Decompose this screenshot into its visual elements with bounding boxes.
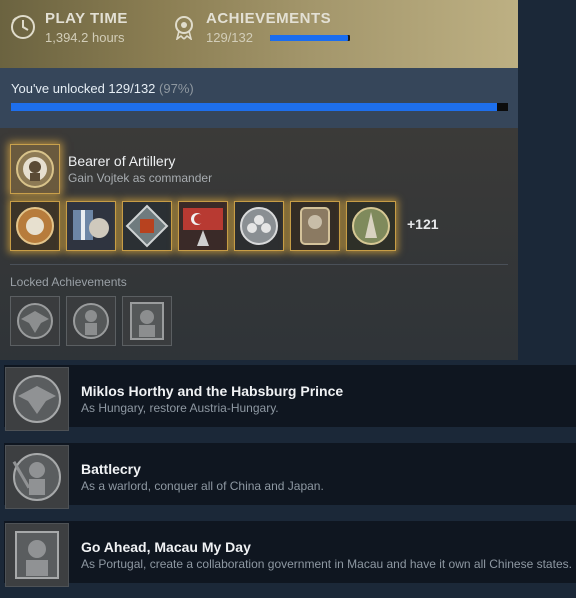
bear-artillery-icon[interactable] bbox=[10, 144, 60, 194]
eagle-icon bbox=[5, 367, 69, 431]
unlock-progress-count: You've unlocked 129/132 bbox=[11, 81, 156, 96]
stats-banner: PLAY TIME 1,394.2 hours ACHIEVEMENTS 129… bbox=[0, 0, 518, 68]
section-divider bbox=[10, 264, 508, 265]
achievements-mini-progress bbox=[270, 35, 350, 41]
achievement-icon-1[interactable] bbox=[10, 201, 60, 251]
playtime-stat: PLAY TIME 1,394.2 hours bbox=[10, 10, 160, 50]
playtime-label: PLAY TIME bbox=[45, 10, 128, 27]
recent-achievement-title: Bearer of Artillery bbox=[68, 153, 176, 169]
achievement-icon-6[interactable] bbox=[290, 201, 340, 251]
list-item-title: Battlecry bbox=[81, 461, 141, 477]
portrait-icon bbox=[5, 523, 69, 587]
achievement-icon-3[interactable] bbox=[122, 201, 172, 251]
list-item-title: Go Ahead, Macau My Day bbox=[81, 539, 251, 555]
playtime-value: 1,394.2 hours bbox=[45, 30, 125, 45]
list-item-desc: As Hungary, restore Austria-Hungary. bbox=[81, 401, 279, 415]
locked-achievements-label: Locked Achievements bbox=[10, 275, 127, 289]
recent-achievement-desc: Gain Vojtek as commander bbox=[68, 171, 213, 185]
achievement-icon-7[interactable] bbox=[346, 201, 396, 251]
achievement-icon-2[interactable] bbox=[66, 201, 116, 251]
list-item-title: Miklos Horthy and the Habsburg Prince bbox=[81, 383, 344, 399]
locked-eagle-icon[interactable] bbox=[10, 296, 60, 346]
clock-icon bbox=[11, 15, 35, 39]
list-item[interactable]: Miklos Horthy and the Habsburg Prince As… bbox=[0, 365, 576, 431]
achievement-icon-4[interactable] bbox=[178, 201, 228, 251]
more-achievements-count[interactable]: +121 bbox=[407, 216, 439, 232]
unlock-progress-bar bbox=[11, 103, 508, 111]
unlock-progress-bar-fill bbox=[11, 103, 497, 111]
soldier-icon bbox=[5, 445, 69, 509]
achievements-panel: Bearer of Artillery Gain Vojtek as comma… bbox=[0, 128, 518, 360]
unlock-progress-section: You've unlocked 129/132 (97%) bbox=[0, 68, 518, 128]
achievement-icon-5[interactable] bbox=[234, 201, 284, 251]
unlock-progress-percent: (97%) bbox=[159, 81, 194, 96]
achievements-value: 129/132 bbox=[206, 30, 253, 45]
list-item-desc: As a warlord, conquer all of China and J… bbox=[81, 479, 324, 493]
locked-soldier-icon[interactable] bbox=[66, 296, 116, 346]
list-item-desc: As Portugal, create a collaboration gove… bbox=[81, 557, 572, 571]
list-item[interactable]: Go Ahead, Macau My Day As Portugal, crea… bbox=[0, 521, 576, 587]
locked-portrait-icon[interactable] bbox=[122, 296, 172, 346]
list-item[interactable]: Battlecry As a warlord, conquer all of C… bbox=[0, 443, 576, 509]
achievements-mini-progress-fill bbox=[270, 35, 348, 41]
badge-icon bbox=[175, 16, 193, 40]
unlock-progress-text: You've unlocked 129/132 (97%) bbox=[11, 81, 194, 96]
achievements-stat: ACHIEVEMENTS 129/132 bbox=[171, 10, 371, 50]
achievements-label: ACHIEVEMENTS bbox=[206, 10, 332, 27]
